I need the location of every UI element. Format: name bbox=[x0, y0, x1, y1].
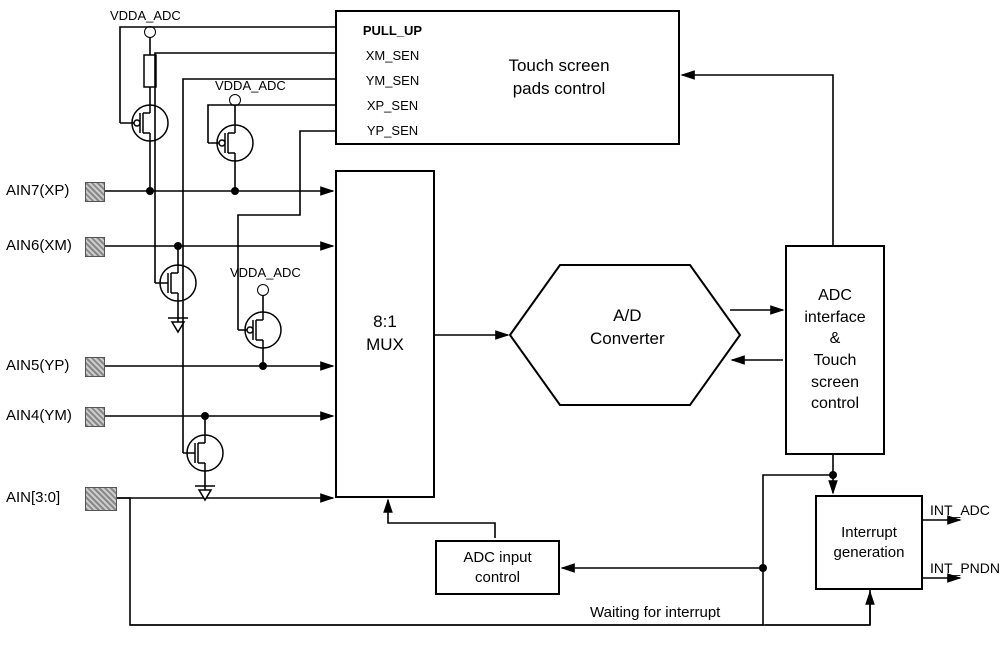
diagram-canvas: PULL_UP XM_SEN YM_SEN XP_SEN YP_SEN Touc… bbox=[0, 0, 1000, 657]
